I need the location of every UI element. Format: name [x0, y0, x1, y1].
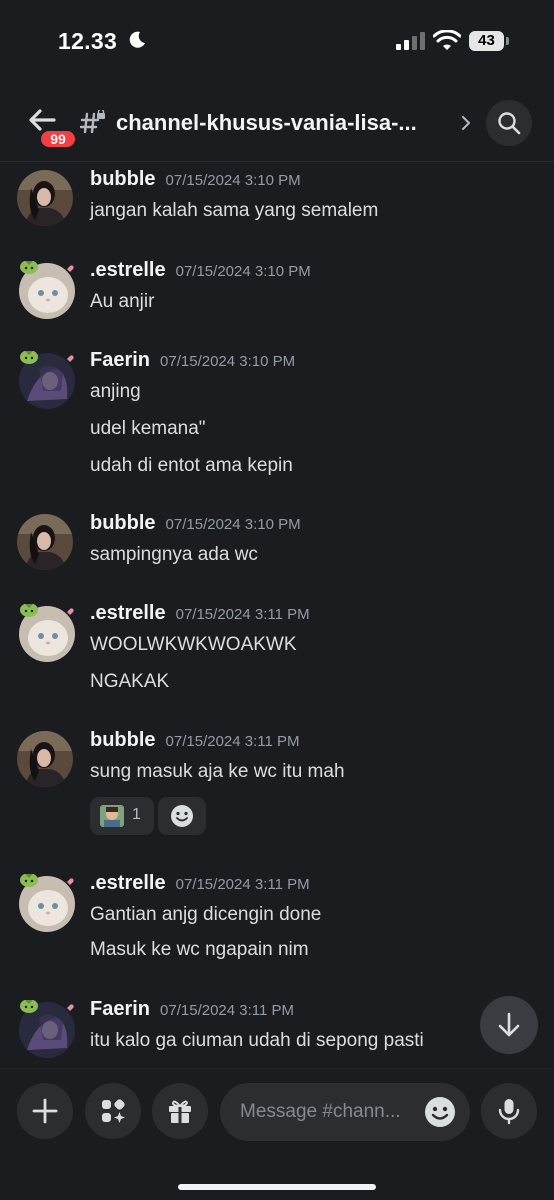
message-author[interactable]: .estrelle	[90, 872, 166, 894]
reaction-chip[interactable]: 1	[90, 797, 154, 835]
reaction-count: 1	[132, 806, 141, 823]
arrow-down-icon	[498, 1012, 520, 1037]
message-header: Faerin 07/15/2024 3:10 PM	[90, 349, 295, 372]
avatar-image	[17, 514, 73, 570]
custom-emoji-icon	[100, 805, 124, 827]
gift-icon	[169, 1100, 191, 1123]
search-button[interactable]	[486, 100, 532, 146]
microphone-icon	[498, 1099, 520, 1125]
message-author[interactable]: .estrelle	[90, 602, 166, 624]
message-timestamp: 07/15/2024 3:10 PM	[175, 263, 311, 280]
message-text: itu kalo ga ciuman udah di sepong pasti	[90, 1030, 424, 1051]
message-text: NGAKAK	[90, 671, 170, 692]
message-timestamp: 07/15/2024 3:11 PM	[165, 733, 300, 750]
battery-level: 43	[469, 31, 504, 51]
signal-icon	[396, 32, 425, 50]
emoji-icon	[171, 805, 193, 827]
channel-name[interactable]: channel-khusus-vania-lisa-...	[116, 110, 417, 136]
message-author[interactable]: bubble	[90, 168, 156, 190]
message-header: bubble 07/15/2024 3:10 PM	[90, 168, 301, 191]
message-header: .estrelle 07/15/2024 3:10 PM	[90, 259, 311, 282]
message-text: jangan kalah sama yang semalem	[90, 200, 379, 221]
message-author[interactable]: Faerin	[90, 998, 150, 1020]
avatar-image	[17, 170, 73, 226]
gift-button[interactable]	[152, 1083, 208, 1139]
avatar-image	[19, 603, 75, 662]
home-indicator	[178, 1184, 376, 1190]
wifi-icon	[433, 30, 461, 50]
message-input-placeholder: Message #chann...	[240, 1101, 401, 1122]
add-attachment-button[interactable]	[17, 1083, 73, 1139]
avatar-image	[19, 350, 75, 409]
message-timestamp: 07/15/2024 3:10 PM	[165, 172, 301, 189]
chevron-right-icon[interactable]	[460, 114, 472, 132]
message-timestamp: 07/15/2024 3:11 PM	[160, 1002, 295, 1019]
message-text: Au anjir	[90, 291, 155, 312]
message-author[interactable]: bubble	[90, 729, 156, 751]
avatar-image	[19, 260, 75, 319]
message-timestamp: 07/15/2024 3:10 PM	[160, 353, 296, 370]
message-composer: Message #chann...	[0, 1068, 554, 1200]
search-icon	[498, 112, 521, 135]
message-timestamp: 07/15/2024 3:11 PM	[175, 876, 310, 893]
message-timestamp: 07/15/2024 3:11 PM	[175, 606, 310, 623]
status-time: 12.33	[58, 28, 118, 54]
message-text: sung masuk aja ke wc itu mah	[90, 761, 345, 782]
message-text: udah di entot ama kepin	[90, 455, 293, 476]
battery-icon: 43	[469, 31, 509, 51]
message-author[interactable]: .estrelle	[90, 259, 166, 281]
avatar-estrelle[interactable]	[17, 873, 75, 932]
jump-to-bottom-button[interactable]	[480, 996, 538, 1054]
emoji-icon[interactable]	[424, 1096, 456, 1128]
avatar-image	[19, 999, 75, 1058]
message-header: Faerin 07/15/2024 3:11 PM	[90, 998, 294, 1021]
message-text: Gantian anjg dicengin done	[90, 904, 322, 925]
apps-icon	[102, 1099, 125, 1123]
message-timestamp: 07/15/2024 3:10 PM	[165, 516, 301, 533]
unread-badge: 99	[38, 128, 78, 150]
avatar-estrelle[interactable]	[17, 603, 75, 662]
message-author[interactable]: bubble	[90, 512, 156, 534]
moon-icon	[129, 31, 145, 48]
message-text: udel kemana"	[90, 418, 206, 439]
plus-icon	[32, 1098, 58, 1124]
hash-lock-icon	[80, 110, 105, 134]
avatar-image	[17, 731, 73, 787]
status-bar: 12.33 43	[0, 0, 554, 80]
avatar-bubble[interactable]	[17, 170, 73, 226]
avatar-estrelle[interactable]	[17, 260, 75, 319]
message-text: sampingnya ada wc	[90, 544, 258, 565]
avatar-faerin[interactable]	[17, 350, 75, 409]
avatar-bubble[interactable]	[17, 731, 73, 787]
avatar-bubble[interactable]	[17, 514, 73, 570]
avatar-faerin[interactable]	[17, 999, 75, 1058]
message-author[interactable]: Faerin	[90, 349, 150, 371]
message-header: bubble 07/15/2024 3:11 PM	[90, 729, 300, 752]
message-header: .estrelle 07/15/2024 3:11 PM	[90, 602, 310, 625]
add-reaction-button[interactable]	[158, 797, 206, 835]
apps-button[interactable]	[85, 1083, 141, 1139]
message-header: .estrelle 07/15/2024 3:11 PM	[90, 872, 310, 895]
avatar-image	[19, 873, 75, 932]
message-input[interactable]: Message #chann...	[220, 1083, 470, 1141]
message-text: WOOLWKWKWOAKWK	[90, 634, 297, 655]
message-text: Masuk ke wc ngapain nim	[90, 939, 309, 960]
message-header: bubble 07/15/2024 3:10 PM	[90, 512, 301, 535]
message-text: anjing	[90, 381, 141, 402]
channel-header: 99 channel-khusus-vania-lisa-...	[0, 96, 554, 162]
voice-message-button[interactable]	[481, 1083, 537, 1139]
